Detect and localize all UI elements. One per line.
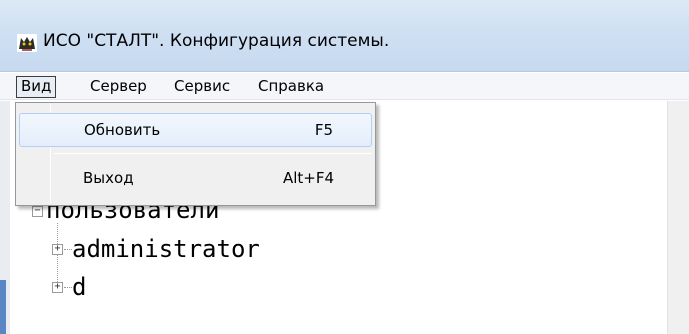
menu-bar: Вид Сервер Сервис Справка xyxy=(0,73,689,100)
window-title: ИСО "СТАЛТ". Конфигурация системы. xyxy=(43,31,390,51)
expand-icon[interactable]: + xyxy=(52,282,63,293)
tree-node-administrator[interactable]: administrator xyxy=(72,235,260,263)
menu-item-shortcut: F5 xyxy=(314,121,333,139)
menu-server[interactable]: Сервер xyxy=(86,76,151,98)
title-bar[interactable]: ИСО "СТАЛТ". Конфигурация системы. xyxy=(0,0,689,72)
tree-line xyxy=(64,249,72,250)
window-left-accent xyxy=(0,280,6,334)
tree-line xyxy=(64,287,72,288)
menu-item-label: Выход xyxy=(83,169,134,187)
menu-item-label: Обновить xyxy=(84,121,161,139)
menu-service[interactable]: Сервис xyxy=(170,76,234,98)
view-dropdown-menu: Обновить F5 Выход Alt+F4 xyxy=(15,102,376,206)
tree-line xyxy=(57,223,58,290)
vertical-scrollbar[interactable] xyxy=(667,101,689,334)
menu-item-refresh[interactable]: Обновить F5 xyxy=(19,113,372,147)
menu-help[interactable]: Справка xyxy=(254,76,328,98)
expand-icon[interactable]: + xyxy=(52,244,63,255)
menu-separator xyxy=(54,153,372,154)
menu-item-exit[interactable]: Выход Alt+F4 xyxy=(19,162,372,196)
tree-node-d[interactable]: d xyxy=(72,273,86,301)
menu-view[interactable]: Вид xyxy=(16,76,57,98)
collapse-icon[interactable]: − xyxy=(32,206,43,217)
menu-item-shortcut: Alt+F4 xyxy=(282,169,334,187)
app-cat-icon xyxy=(17,34,37,52)
